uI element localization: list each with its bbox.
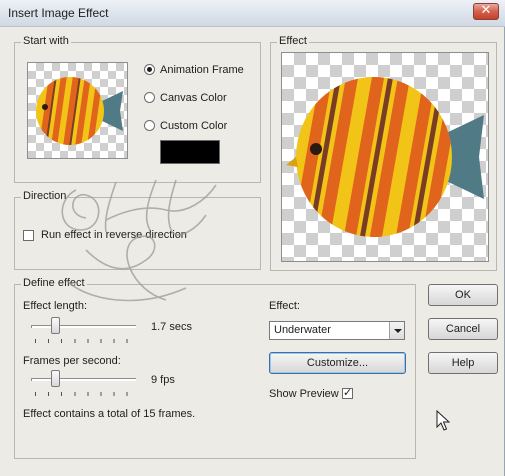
fps-slider-ticks: [35, 392, 135, 396]
help-button[interactable]: Help: [428, 352, 498, 374]
fps-value: 9 fps: [151, 374, 175, 386]
fish-thumbnail-image: [36, 77, 123, 145]
ok-button[interactable]: OK: [428, 284, 498, 306]
effect-length-slider-ticks: [35, 339, 135, 343]
start-with-group-title: Start with: [21, 35, 71, 47]
mouse-pointer-icon: [436, 410, 450, 431]
cancel-button[interactable]: Cancel: [428, 318, 498, 340]
effect-dropdown[interactable]: Underwater: [269, 321, 405, 340]
reverse-direction-label[interactable]: Run effect in reverse direction: [41, 229, 187, 241]
animation-frame-label[interactable]: Animation Frame: [160, 64, 244, 76]
dialog-title: Insert Image Effect: [8, 6, 109, 20]
direction-group-title: Direction: [21, 190, 69, 202]
custom-color-radio[interactable]: [144, 120, 155, 131]
effect-preview-canvas: [281, 52, 489, 262]
start-frame-preview: [27, 62, 128, 159]
fps-slider-track[interactable]: [31, 378, 136, 381]
checkmark-icon: ✓: [343, 386, 353, 399]
show-preview-checkbox[interactable]: ✓: [342, 386, 353, 399]
animation-frame-radio[interactable]: [144, 64, 155, 75]
insert-image-effect-dialog: Insert Image Effect ✕ Start with Animati…: [0, 0, 505, 476]
reverse-direction-checkbox[interactable]: [23, 230, 34, 241]
effect-dropdown-value: Underwater: [274, 324, 331, 336]
fish-effect-preview-image: [286, 77, 484, 237]
effect-length-slider-track[interactable]: [31, 325, 136, 328]
custom-color-label[interactable]: Custom Color: [160, 120, 227, 132]
effect-length-value: 1.7 secs: [151, 321, 192, 333]
custom-color-swatch[interactable]: [160, 140, 220, 164]
canvas-color-radio[interactable]: [144, 92, 155, 103]
close-icon: ✕: [480, 3, 492, 18]
effect-length-slider-thumb[interactable]: [51, 317, 60, 334]
title-bar[interactable]: Insert Image Effect ✕: [0, 0, 505, 27]
effect-label: Effect:: [269, 300, 300, 312]
canvas-color-label[interactable]: Canvas Color: [160, 92, 227, 104]
define-effect-group-title: Define effect: [21, 277, 87, 289]
frames-summary: Effect contains a total of 15 frames.: [23, 408, 196, 420]
customize-button[interactable]: Customize...: [269, 352, 406, 374]
effect-length-label: Effect length:: [23, 300, 88, 312]
fps-label: Frames per second:: [23, 355, 121, 367]
show-preview-label[interactable]: Show Preview: [269, 388, 339, 400]
close-button[interactable]: ✕: [473, 3, 499, 20]
dropdown-arrow-icon[interactable]: [389, 322, 404, 339]
effect-preview-group-title: Effect: [277, 35, 309, 47]
fps-slider-thumb[interactable]: [51, 370, 60, 387]
